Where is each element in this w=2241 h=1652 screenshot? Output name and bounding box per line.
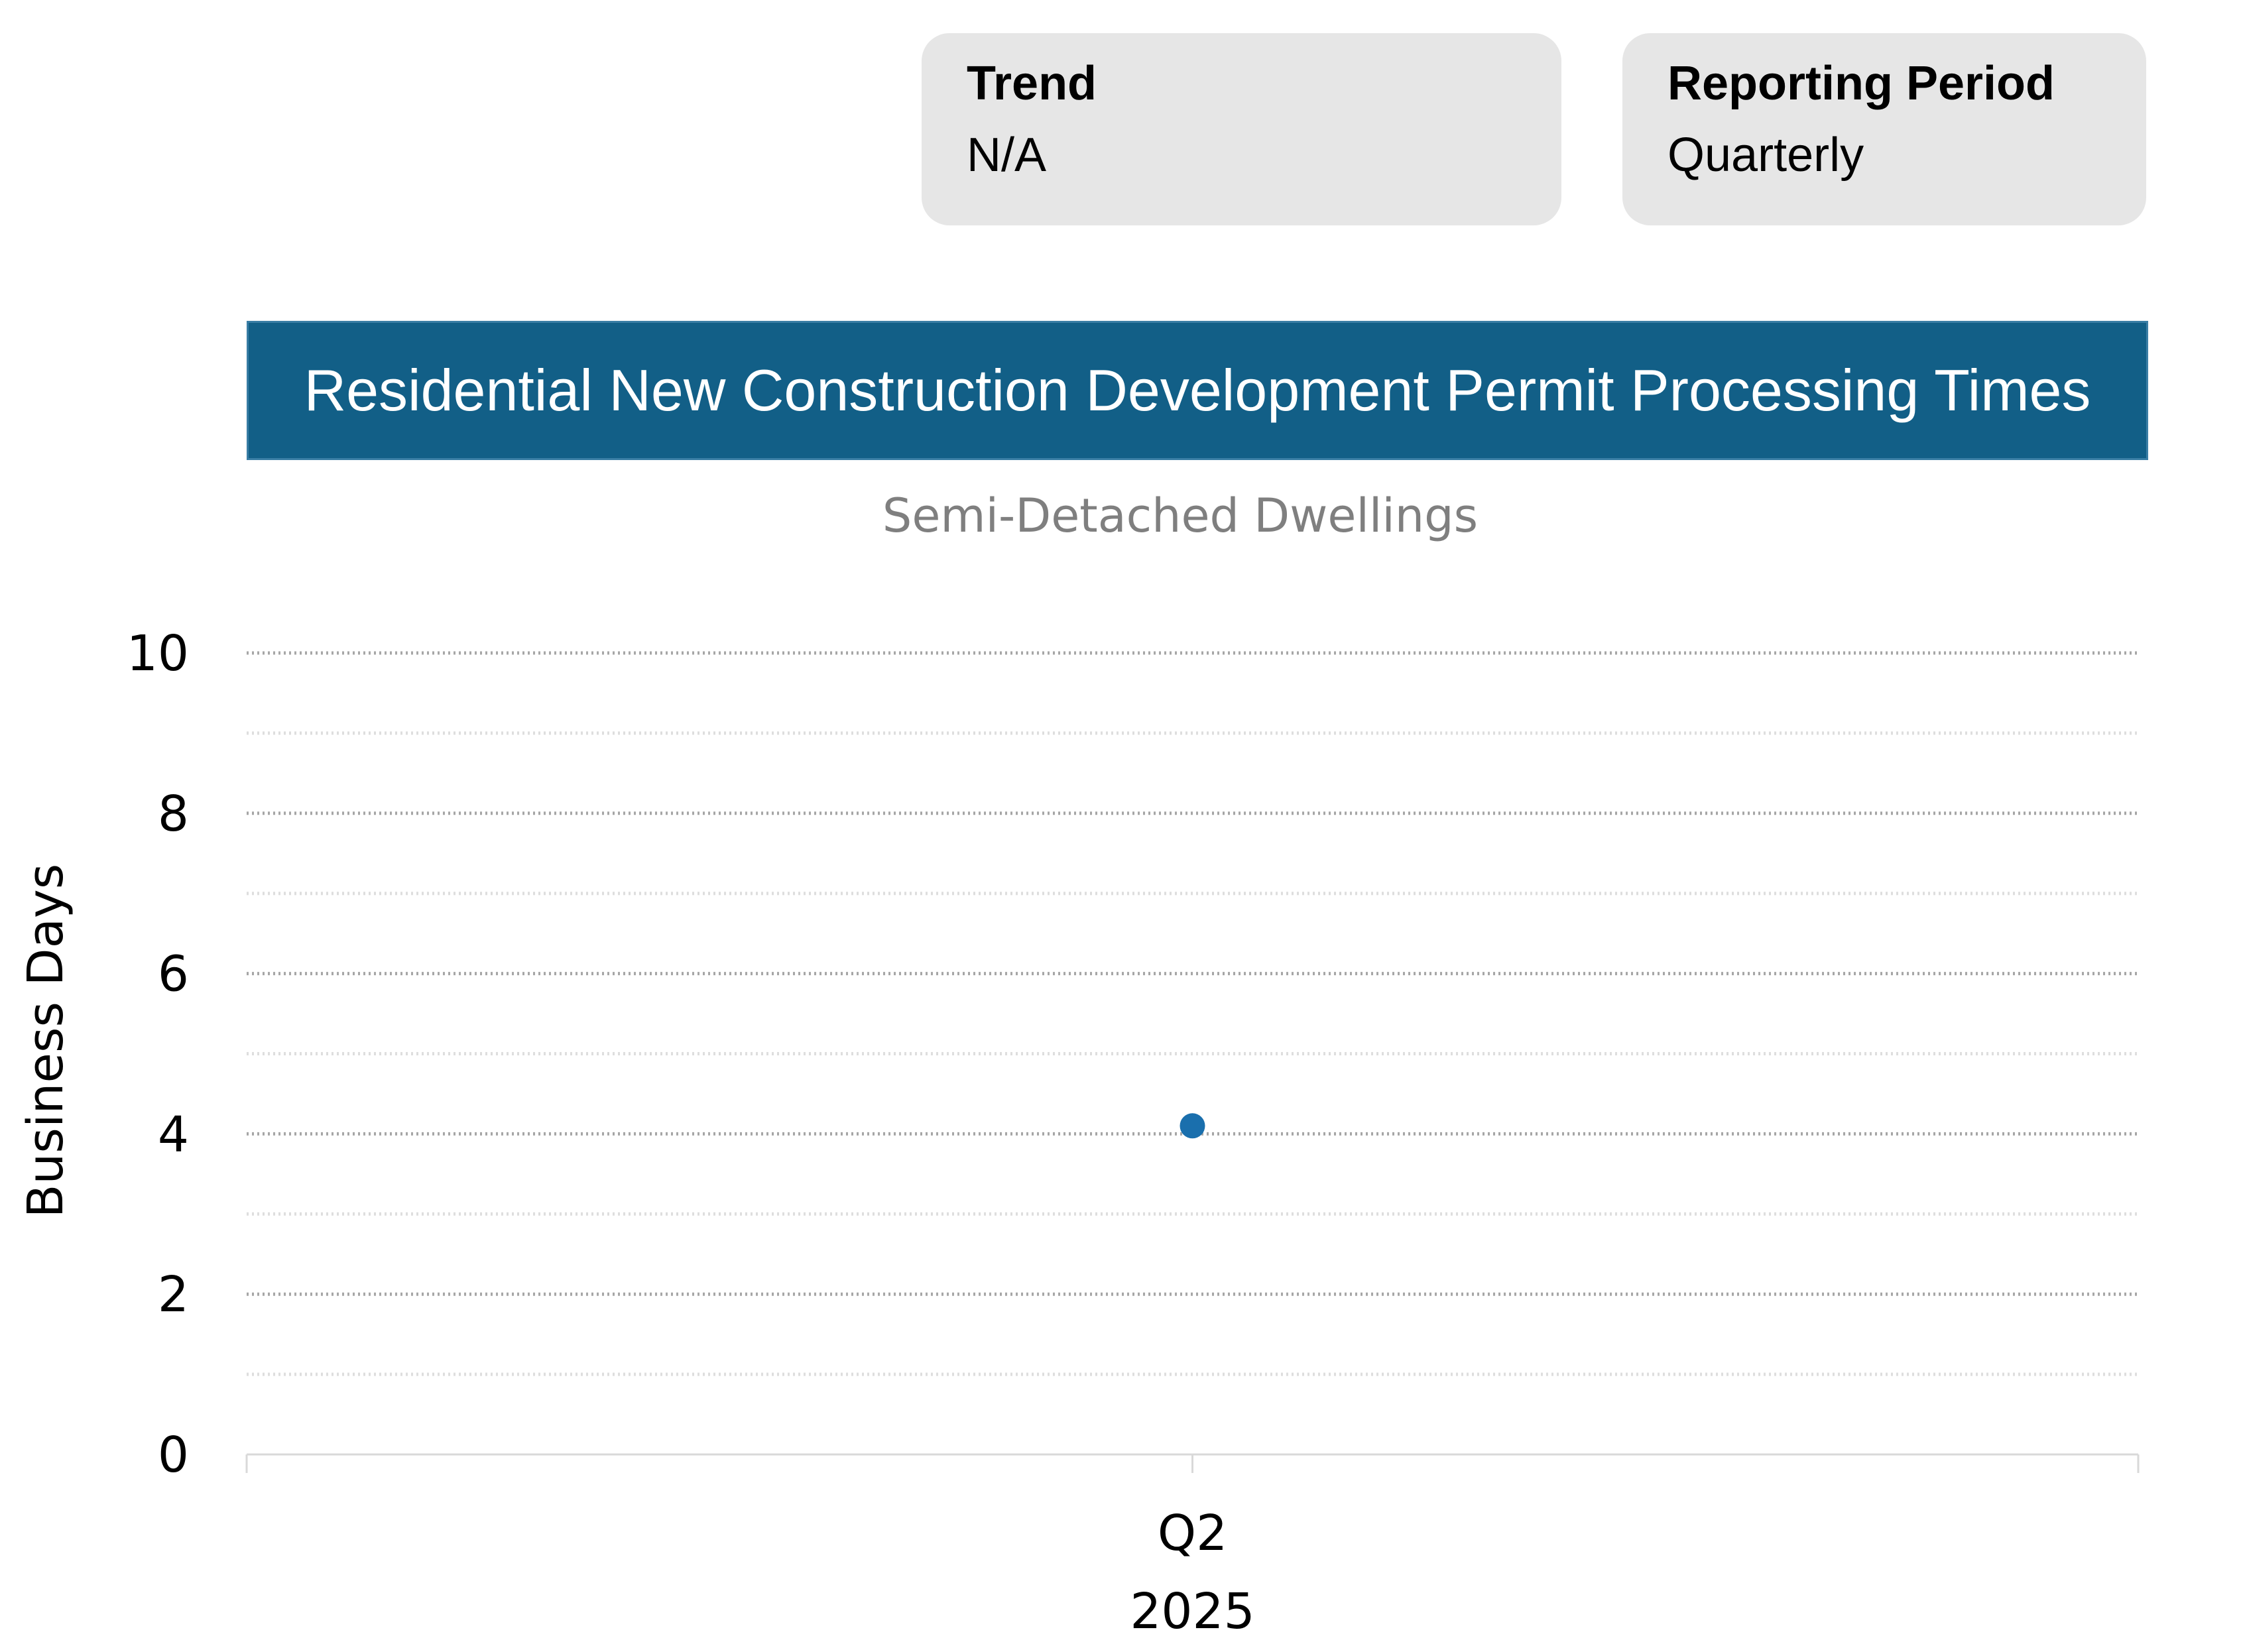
y-tick-label: 0 xyxy=(158,1427,189,1484)
x-tick-label: Q2 xyxy=(1158,1505,1227,1562)
y-tick-label: 8 xyxy=(158,786,189,843)
y-tick-label: 2 xyxy=(158,1266,189,1323)
y-tick-label: 4 xyxy=(158,1106,189,1163)
x-axis xyxy=(245,1453,2140,1473)
x-axis-ticks: Q2 2025 xyxy=(1130,1505,1254,1640)
x-tick-label: 2025 xyxy=(1130,1583,1254,1640)
data-points xyxy=(1180,1113,1205,1139)
y-tick-label: 10 xyxy=(127,625,189,682)
y-axis-ticks: 0 2 4 6 8 10 xyxy=(127,625,189,1484)
data-point xyxy=(1180,1113,1205,1139)
y-axis-label: Business Days xyxy=(17,864,74,1218)
chart: Semi-Detached Dwellings Business Days 0 2… xyxy=(17,489,2140,1640)
chart-subtitle: Semi-Detached Dwellings xyxy=(882,489,1478,543)
grid-lines xyxy=(247,651,2138,1376)
y-tick-label: 6 xyxy=(158,946,189,1003)
